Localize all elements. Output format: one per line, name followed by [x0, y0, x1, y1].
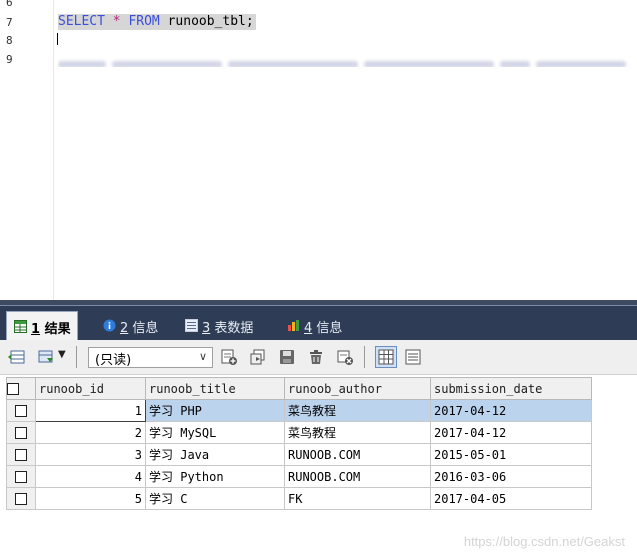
column-header-runoob-author[interactable]: runoob_author [284, 377, 431, 400]
delete-icon[interactable] [307, 348, 325, 366]
chevron-down-icon[interactable]: ▼ [58, 349, 66, 360]
insert-row-icon[interactable] [7, 348, 25, 366]
grid-table-icon [14, 320, 27, 333]
line-number-gutter: 6 7 8 9 [0, 0, 54, 302]
cell-runoob-title[interactable]: 学习 Java [145, 443, 285, 466]
save-icon[interactable] [278, 348, 296, 366]
cell-runoob-author[interactable]: RUNOOB.COM [284, 465, 431, 488]
table-row[interactable]: 3 学习 Java RUNOOB.COM 2015-05-01 [6, 443, 592, 466]
form-view-icon[interactable] [404, 348, 422, 366]
tab-info-2-label: 信息 [316, 321, 343, 336]
grid-view-icon[interactable] [375, 346, 397, 368]
sql-query-line[interactable]: SELECT * FROM runoob_tbl; [58, 14, 256, 30]
info-icon [103, 319, 116, 332]
row-select-cell[interactable] [6, 465, 36, 488]
tab-info[interactable]: 2 信息 [96, 311, 164, 341]
chevron-down-icon: ∨ [198, 350, 207, 363]
select-all-cell[interactable] [6, 377, 36, 400]
cell-submission-date[interactable]: 2016-03-06 [430, 465, 592, 488]
readonly-mode-value: (只读) [95, 353, 132, 368]
tab-info-2-number: 4 [304, 321, 313, 336]
cell-submission-date[interactable]: 2017-04-12 [430, 399, 592, 422]
export-icon[interactable] [37, 348, 55, 366]
bar-chart-icon [288, 320, 299, 331]
row-select-cell[interactable] [6, 421, 36, 444]
row-checkbox[interactable] [15, 449, 27, 461]
duplicate-record-icon[interactable] [249, 348, 267, 366]
cell-runoob-author[interactable]: FK [284, 487, 431, 510]
tab-table-data-number: 3 [202, 321, 211, 336]
result-tab-bar: 1 结果 2 信息 3 表数据 4 信息 [0, 305, 637, 341]
cell-runoob-title[interactable]: 学习 C [145, 487, 285, 510]
table-row[interactable]: 2 学习 MySQL 菜鸟教程 2017-04-12 [6, 421, 592, 444]
column-header-runoob-id[interactable]: runoob_id [35, 377, 146, 400]
table-data-icon [185, 319, 198, 332]
result-toolbar: ▼ (只读) ∨ [0, 340, 637, 375]
cell-runoob-author[interactable]: 菜鸟教程 [284, 421, 431, 444]
row-checkbox[interactable] [15, 427, 27, 439]
row-checkbox[interactable] [15, 471, 27, 483]
cell-submission-date[interactable]: 2017-04-05 [430, 487, 592, 510]
row-select-cell[interactable] [6, 443, 36, 466]
column-header-runoob-title[interactable]: runoob_title [145, 377, 285, 400]
row-select-cell[interactable] [6, 399, 36, 422]
text-caret [57, 33, 58, 45]
tab-table-data-label: 表数据 [214, 321, 254, 336]
cell-runoob-title[interactable]: 学习 Python [145, 465, 285, 488]
cell-runoob-id[interactable]: 4 [35, 465, 146, 488]
line-number: 8 [6, 34, 13, 47]
cell-runoob-title[interactable]: 学习 MySQL [145, 421, 285, 444]
sql-editor[interactable]: 6 7 8 9 SELECT * FROM runoob_tbl; [0, 0, 637, 302]
toolbar-separator [364, 346, 365, 368]
cell-submission-date[interactable]: 2015-05-01 [430, 443, 592, 466]
line-number: 7 [6, 16, 13, 29]
row-checkbox[interactable] [15, 405, 27, 417]
tab-results-label: 结果 [44, 322, 71, 337]
table-row[interactable]: 1 学习 PHP 菜鸟教程 2017-04-12 [6, 399, 592, 422]
row-checkbox[interactable] [15, 493, 27, 505]
grid-header-row: runoob_id runoob_title runoob_author sub… [6, 377, 592, 400]
select-all-checkbox[interactable] [7, 383, 19, 395]
table-row[interactable]: 5 学习 C FK 2017-04-05 [6, 487, 592, 510]
discard-changes-icon[interactable] [336, 348, 354, 366]
cell-runoob-id[interactable]: 5 [35, 487, 146, 510]
result-grid[interactable]: runoob_id runoob_title runoob_author sub… [6, 377, 592, 510]
cell-submission-date[interactable]: 2017-04-12 [430, 421, 592, 444]
line-number: 9 [6, 53, 13, 66]
add-record-icon[interactable] [220, 348, 238, 366]
sql-table-name: runoob_tbl; [167, 14, 254, 29]
tab-info-number: 2 [120, 321, 129, 336]
cell-runoob-author[interactable]: RUNOOB.COM [284, 443, 431, 466]
tab-info-2[interactable]: 4 信息 [280, 311, 348, 341]
tab-results[interactable]: 1 结果 [6, 311, 78, 341]
toolbar-separator [76, 346, 77, 368]
cell-runoob-id[interactable]: 1 [35, 399, 146, 422]
readonly-mode-select[interactable]: (只读) ∨ [88, 347, 213, 368]
sql-keyword-from: FROM [128, 14, 160, 29]
table-row[interactable]: 4 学习 Python RUNOOB.COM 2016-03-06 [6, 465, 592, 488]
cell-runoob-title[interactable]: 学习 PHP [145, 399, 285, 422]
row-select-cell[interactable] [6, 487, 36, 510]
blurred-code-line [58, 53, 637, 67]
sql-star: * [112, 14, 121, 29]
cell-runoob-id[interactable]: 2 [35, 421, 146, 444]
watermark: https://blog.csdn.net/Geakst [463, 534, 625, 549]
tab-table-data[interactable]: 3 表数据 [178, 311, 259, 341]
line-number: 6 [6, 0, 13, 9]
tab-results-number: 1 [31, 322, 41, 337]
cell-runoob-author[interactable]: 菜鸟教程 [284, 399, 431, 422]
sql-keyword-select: SELECT [58, 14, 105, 29]
column-header-submission-date[interactable]: submission_date [430, 377, 592, 400]
tab-info-label: 信息 [132, 321, 159, 336]
cell-runoob-id[interactable]: 3 [35, 443, 146, 466]
